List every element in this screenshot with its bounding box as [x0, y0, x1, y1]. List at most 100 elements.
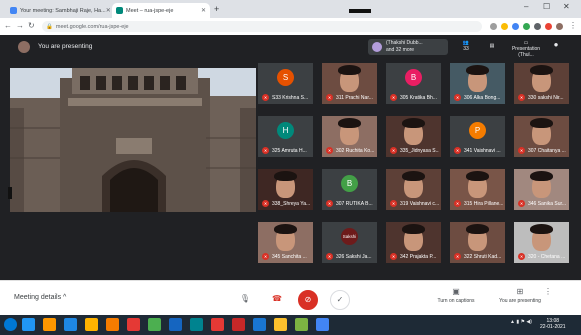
taskbar-app-icon[interactable]	[232, 318, 245, 331]
taskbar-app-icon[interactable]	[85, 318, 98, 331]
taskbar-app-icon[interactable]	[316, 318, 329, 331]
participant-tile[interactable]: ✕ 322 Shruti Kad...	[450, 222, 505, 263]
taskbar-app-icon[interactable]	[64, 318, 77, 331]
participant-name: 311 Prachi Nar...	[336, 95, 373, 101]
participant-tile[interactable]: B ✕ 307 RUTIKA B...	[322, 169, 377, 210]
participant-tile[interactable]: ✕ 345 Sanchita ...	[258, 222, 313, 263]
meeting-details-button[interactable]: Meeting details ^	[14, 294, 66, 301]
new-tab-button[interactable]: +	[214, 4, 219, 14]
participant-initial-avatar: Sakshi	[341, 228, 358, 245]
participant-tile[interactable]: ✕ 338_Shreya Ya...	[258, 169, 313, 210]
participant-tile[interactable]: ✕ 342 Prajakta P...	[386, 222, 441, 263]
participant-tile[interactable]: ✕ 302 Ruchita Ko...	[322, 116, 377, 157]
profile-avatar[interactable]	[556, 23, 563, 30]
user-avatar-icon[interactable]: ●	[549, 41, 563, 49]
participant-tile[interactable]: ✕ 335_Jidnyasa S...	[386, 116, 441, 157]
close-tab-icon[interactable]: ✕	[201, 7, 206, 14]
captions-icon[interactable]: ▣	[426, 287, 486, 296]
participants-chip[interactable]: (Thakshi Dubb... and 32 more	[368, 39, 448, 55]
close-tab-icon[interactable]: ✕	[106, 7, 111, 14]
omnibox[interactable]: 🔒 meet.google.com/rua-jspe-eje	[42, 21, 482, 32]
extension-icon[interactable]	[512, 23, 519, 30]
participant-tile[interactable]: ✕ 311 Prachi Nar...	[322, 63, 377, 104]
participant-tile[interactable]: ✕ 320 - Chetana ...	[514, 222, 569, 263]
taskbar-app-icon[interactable]	[253, 318, 266, 331]
participant-tile[interactable]: B ✕ 305 Kratika Bh...	[386, 63, 441, 104]
participant-name: 346 Sanika Sur...	[528, 201, 567, 207]
participant-hair	[402, 171, 425, 181]
participant-tile[interactable]: ✕ 330 sakshi Nir...	[514, 63, 569, 104]
mic-off-icon: ✕	[518, 253, 525, 260]
participant-name: 335_Jidnyasa S...	[400, 148, 439, 154]
participant-name: S33 Krishna S...	[272, 95, 309, 101]
browser-tab-meeting[interactable]: Your meeting: Sambhaji Raje, Ha... ✕	[6, 3, 112, 18]
participant-tile[interactable]: P ✕ 341 Vaishnavi ...	[450, 116, 505, 157]
participant-name: 338_Shreya Ya...	[272, 201, 311, 207]
taskbar-app-icon[interactable]	[295, 318, 308, 331]
participant-tile[interactable]: ✕ 306 Alka Bong...	[450, 63, 505, 104]
present-check-button[interactable]: ✓	[330, 290, 350, 310]
participant-tile[interactable]: Sakshi ✕ 326 Sakshi Ja...	[322, 222, 377, 263]
microphone-button[interactable]: 🎙	[236, 290, 254, 308]
participant-tile[interactable]: ✕ 346 Sanika Sur...	[514, 169, 569, 210]
presenting-label[interactable]: You are presenting	[485, 298, 555, 304]
close-window-button[interactable]: ✕	[563, 2, 570, 11]
start-button-icon[interactable]	[4, 318, 17, 331]
reload-icon[interactable]: ↻	[28, 21, 35, 30]
tray-icons[interactable]: ▲ ▮ ⚑ ◀)	[510, 319, 532, 325]
maximize-button[interactable]: ☐	[543, 2, 550, 11]
participant-tile[interactable]: ✕ 319 Vaishnavi c...	[386, 169, 441, 210]
participant-hair	[402, 224, 425, 234]
taskbar-app-icon[interactable]	[106, 318, 119, 331]
taskbar-clock[interactable]: 13:08 22-01-2021	[540, 318, 566, 330]
mic-off-icon: ✕	[262, 94, 269, 101]
presentation-button[interactable]: ▭ Presentation (Thul...	[508, 40, 544, 58]
participant-initial-avatar: S	[277, 69, 294, 86]
chat-icon[interactable]: ▤	[486, 43, 498, 49]
taskbar-app-icon[interactable]	[43, 318, 56, 331]
camera-extension-icon[interactable]	[490, 23, 497, 30]
minimize-button[interactable]: –	[524, 2, 528, 11]
star-icon[interactable]	[501, 23, 508, 30]
participant-name: 326 Sakshi Ja...	[336, 254, 372, 260]
browser-tab-meet[interactable]: Meet – rua-jspe-eje ✕	[112, 3, 210, 18]
mic-off-icon: ✕	[390, 94, 397, 101]
tab-label: Your meeting: Sambhaji Raje, Ha...	[20, 7, 106, 14]
mic-off-icon: ✕	[454, 253, 461, 260]
mic-off-icon: ✕	[454, 147, 461, 154]
taskbar-app-icon[interactable]	[274, 318, 287, 331]
participant-tile[interactable]: ✕ 307 Chaitanya ...	[514, 116, 569, 157]
captions-label[interactable]: Turn on captions	[421, 298, 491, 304]
taskbar-app-icon[interactable]	[22, 318, 35, 331]
forward-icon[interactable]: →	[16, 21, 24, 30]
presenting-status: You are presenting	[38, 43, 93, 50]
participant-name: 319 Vaishnavi c...	[400, 201, 439, 207]
participants-button[interactable]: 👥 33	[458, 40, 474, 52]
taskbar-app-icon[interactable]	[169, 318, 182, 331]
participant-hair	[530, 171, 553, 181]
taskbar-app-icon[interactable]	[190, 318, 203, 331]
participant-tile[interactable]: H ✕ 325 Amruta H...	[258, 116, 313, 157]
avatar	[372, 42, 382, 52]
clock-date: 22-01-2021	[540, 324, 566, 330]
extension-icon[interactable]	[523, 23, 530, 30]
camera-off-button[interactable]: ⊘	[298, 290, 318, 310]
participants-chip-line2: and 32 more	[386, 47, 415, 53]
participant-tile[interactable]: S ✕ S33 Krishna S...	[258, 63, 313, 104]
participant-name: 342 Prajakta P...	[400, 254, 437, 260]
check-icon: ✓	[336, 295, 344, 304]
back-icon[interactable]: ←	[4, 21, 12, 30]
taskbar-app-icon[interactable]	[148, 318, 161, 331]
participant-hair	[274, 224, 297, 234]
menu-icon[interactable]: ⋮	[569, 21, 577, 30]
more-options-icon[interactable]: ⋮	[538, 287, 558, 296]
participant-tile[interactable]: ✕ 315 Hira Pillane...	[450, 169, 505, 210]
leave-call-button[interactable]: ☎	[268, 290, 286, 308]
participant-name: 307 Chaitanya ...	[528, 148, 566, 154]
taskbar-app-icon[interactable]	[211, 318, 224, 331]
participant-name: 325 Amruta H...	[272, 148, 307, 154]
extension-icon[interactable]	[534, 23, 541, 30]
participant-name: 330 sakshi Nir...	[528, 95, 564, 101]
taskbar-app-icon[interactable]	[127, 318, 140, 331]
extension-icon[interactable]	[545, 23, 552, 30]
